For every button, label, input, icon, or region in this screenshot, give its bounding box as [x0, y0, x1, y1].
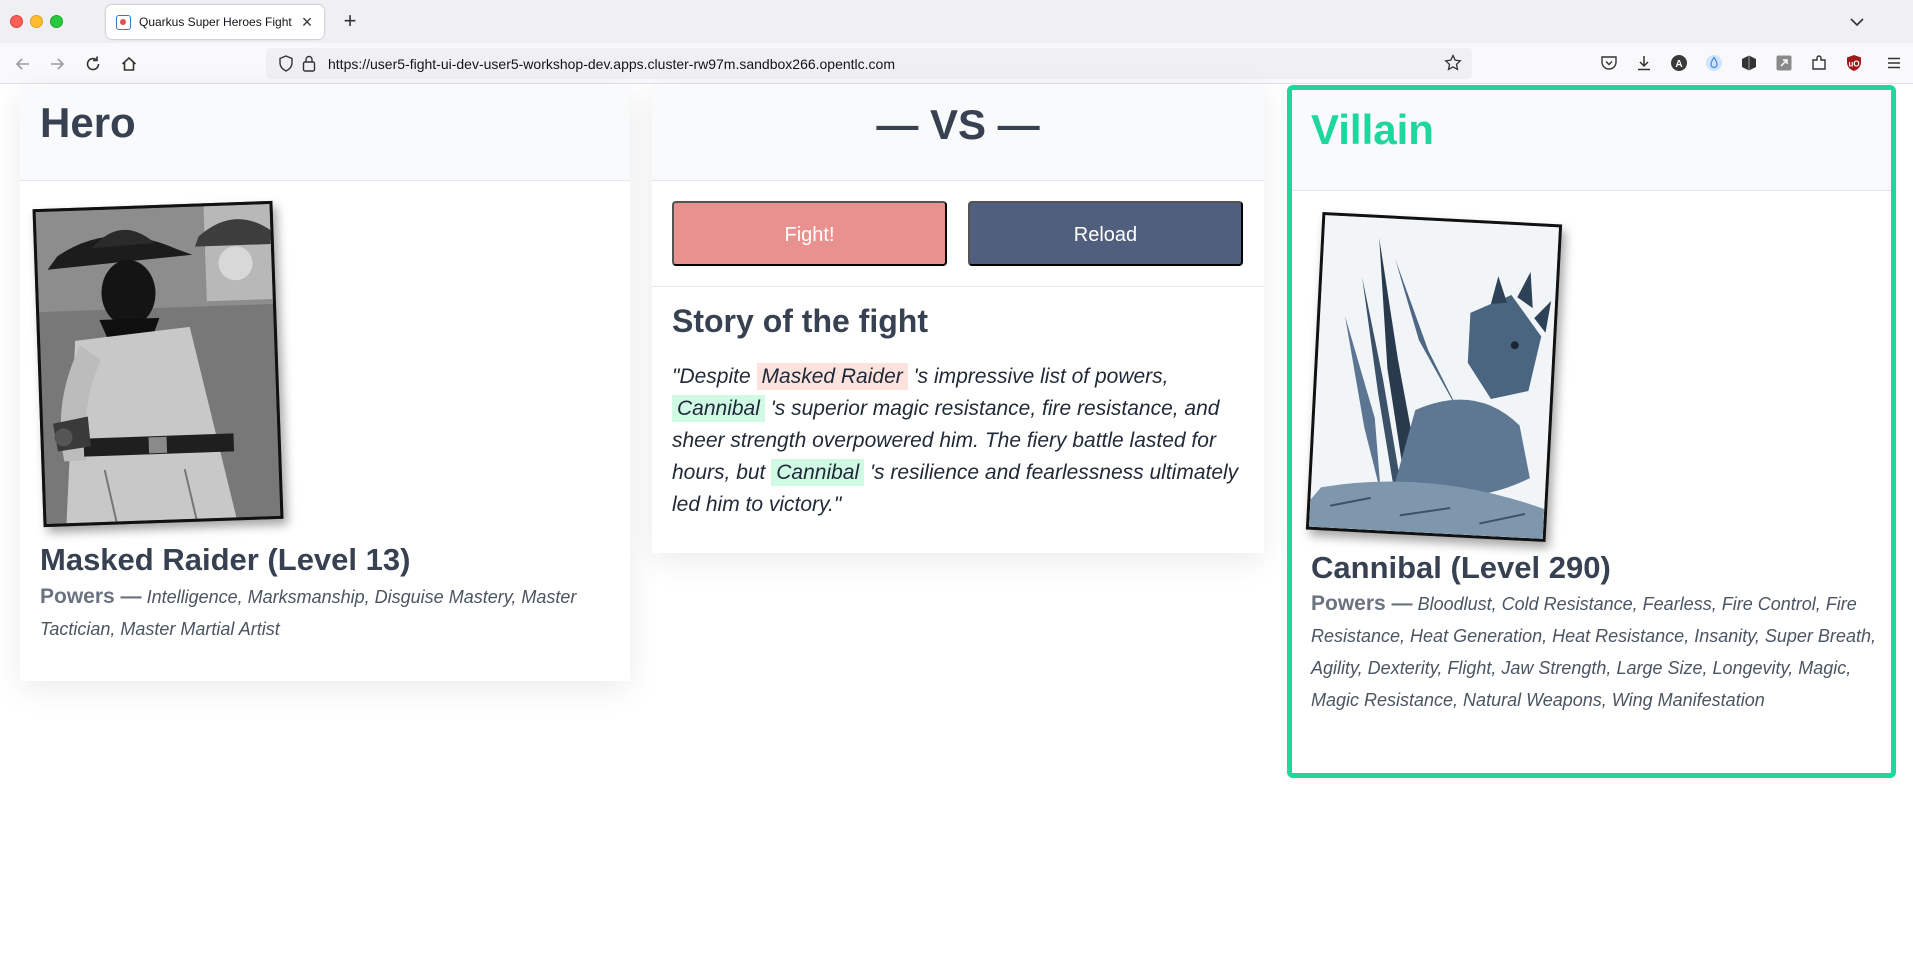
svg-text:uO: uO — [1848, 60, 1859, 69]
browser-tab-bar: Quarkus Super Heroes Fight × + — [0, 0, 1913, 43]
hero-card: Hero Masked Raider (Level 13) Powers — I… — [20, 85, 630, 681]
hero-portrait — [32, 200, 284, 528]
extensions-puzzle-icon[interactable] — [1808, 52, 1830, 74]
fight-story: "Despite Masked Raider 's impressive lis… — [672, 361, 1242, 521]
home-icon[interactable] — [116, 51, 142, 77]
story-hero-name: Masked Raider — [756, 363, 908, 390]
window-maximize-button[interactable] — [50, 15, 63, 28]
new-tab-icon[interactable]: + — [338, 9, 362, 33]
extension-drop-icon[interactable] — [1703, 52, 1725, 74]
account-avatar-icon[interactable]: A — [1668, 52, 1690, 74]
window-minimize-button[interactable] — [30, 15, 43, 28]
bookmark-star-icon[interactable] — [1444, 53, 1462, 77]
svg-text:A: A — [1675, 59, 1682, 70]
fight-card-header: — VS — — [652, 85, 1264, 181]
reload-button[interactable]: Reload — [968, 201, 1243, 266]
hero-powers-label: Powers — — [40, 585, 142, 608]
address-bar[interactable]: https://user5-fight-ui-dev-user5-worksho… — [266, 48, 1472, 79]
app-menu-icon[interactable] — [1883, 52, 1905, 74]
list-all-tabs-icon[interactable] — [1845, 10, 1869, 34]
fight-actions: Fight! Reload — [652, 181, 1264, 287]
downloads-icon[interactable] — [1633, 52, 1655, 74]
tracking-protection-shield-icon[interactable] — [278, 55, 294, 77]
fight-button[interactable]: Fight! — [672, 201, 947, 266]
villain-card: Villain Cannibal (Level 290) Powers — Bl… — [1287, 85, 1896, 778]
hero-card-header: Hero — [20, 85, 630, 181]
story-villain-name: Cannibal — [672, 395, 765, 422]
villain-powers: Powers — Bloodlust, Cold Resistance, Fea… — [1311, 588, 1881, 716]
lock-icon[interactable] — [302, 55, 316, 77]
url-text[interactable]: https://user5-fight-ui-dev-user5-worksho… — [328, 56, 895, 72]
forward-icon[interactable] — [44, 51, 70, 77]
story-villain-name: Cannibal — [771, 459, 865, 486]
hero-column-title: Hero — [40, 99, 136, 146]
extension-arrow-icon[interactable] — [1773, 52, 1795, 74]
window-close-button[interactable] — [10, 15, 23, 28]
fight-card: — VS — Fight! Reload Story of the fight … — [652, 85, 1264, 553]
villain-card-header: Villain — [1292, 90, 1891, 191]
hero-powers: Powers — Intelligence, Marksmanship, Dis… — [40, 581, 600, 645]
vs-title: — VS — — [876, 101, 1040, 148]
story-title: Story of the fight — [672, 303, 928, 339]
page-content: Hero Masked Raider (Level 13) Powers — I… — [0, 85, 1913, 953]
tab-close-icon[interactable]: × — [296, 11, 318, 33]
tab-title: Quarkus Super Heroes Fight — [139, 15, 292, 29]
back-icon[interactable] — [10, 51, 36, 77]
story-text-part: "Despite — [672, 365, 751, 388]
hero-name-level: Masked Raider (Level 13) — [40, 542, 411, 577]
site-favicon-icon — [116, 15, 131, 30]
villain-portrait — [1305, 211, 1563, 543]
browser-tab[interactable]: Quarkus Super Heroes Fight × — [106, 5, 324, 39]
pocket-icon[interactable] — [1598, 52, 1620, 74]
ublock-shield-icon[interactable]: uO — [1843, 52, 1865, 74]
villain-powers-label: Powers — — [1311, 592, 1413, 615]
extension-cube-icon[interactable] — [1738, 52, 1760, 74]
villain-column-title: Villain — [1311, 106, 1434, 153]
reload-page-icon[interactable] — [80, 51, 106, 77]
browser-nav-bar: https://user5-fight-ui-dev-user5-worksho… — [0, 43, 1913, 84]
villain-name-level: Cannibal (Level 290) — [1311, 550, 1611, 585]
story-text-part: 's impressive list of powers, — [913, 365, 1169, 388]
